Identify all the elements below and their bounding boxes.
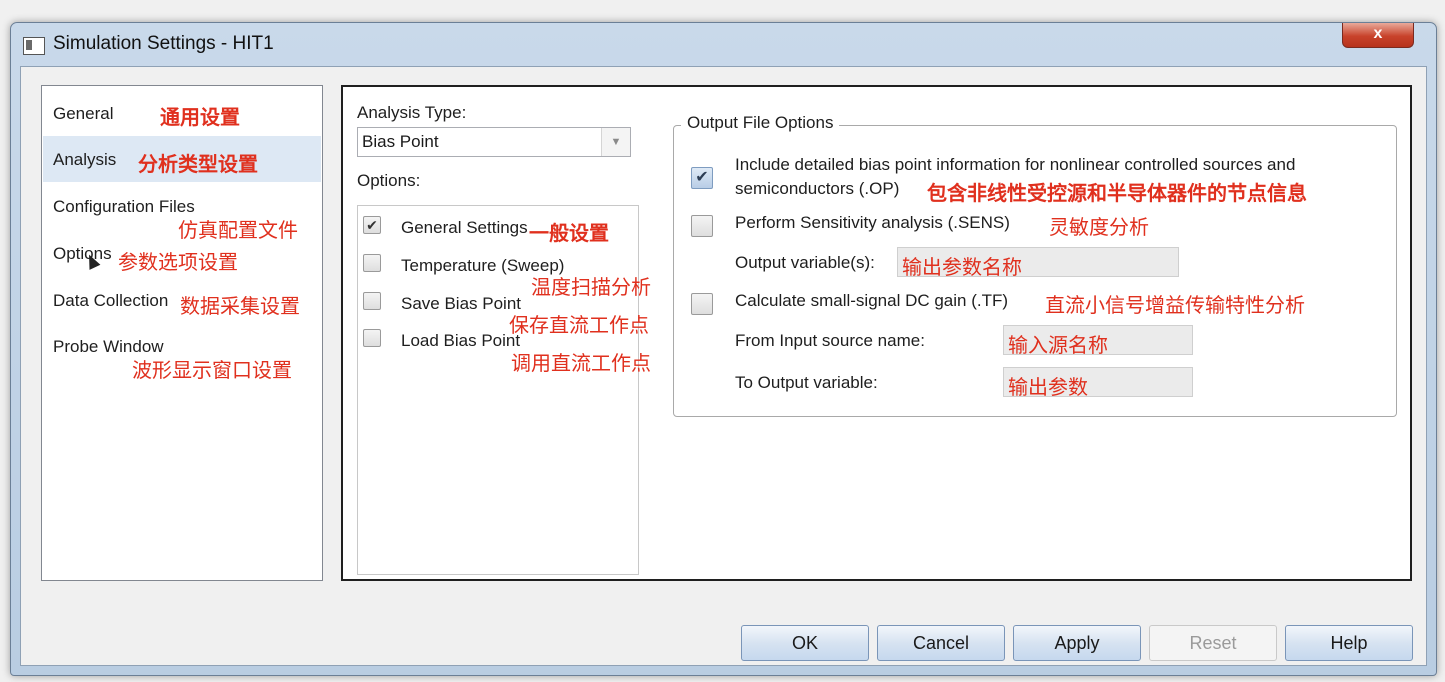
sens-label: Perform Sensitivity analysis (.SENS) bbox=[735, 213, 1010, 232]
load-bias-point-checkbox[interactable] bbox=[363, 329, 381, 347]
op-label-line2: semiconductors (.OP) bbox=[735, 179, 900, 198]
nav-item-label: Data Collection bbox=[53, 291, 169, 310]
cancel-button[interactable]: Cancel bbox=[877, 625, 1005, 661]
chevron-down-icon[interactable]: ▼ bbox=[601, 128, 630, 156]
options-list: ✔ General Settings Temperature (Sweep) S… bbox=[357, 205, 639, 575]
analysis-panel: Analysis Type: Bias Point ▼ Options: ✔ G… bbox=[341, 85, 1412, 581]
nav-item-label: Analysis bbox=[53, 150, 117, 169]
window-title: Simulation Settings - HIT1 bbox=[53, 33, 274, 54]
annotation-op: 包含非线性受控源和半导体器件的节点信息 bbox=[927, 183, 1307, 205]
analysis-type-label: Analysis Type: bbox=[357, 103, 467, 122]
output-variable-value: 输出参数名称 bbox=[902, 257, 1022, 279]
save-bias-point-checkbox[interactable] bbox=[363, 292, 381, 310]
title-bar[interactable]: Simulation Settings - HIT1 x bbox=[11, 23, 1436, 65]
general-settings-checkbox[interactable]: ✔ bbox=[363, 216, 381, 234]
help-button[interactable]: Help bbox=[1285, 625, 1413, 661]
output-variable-input[interactable]: 输出参数名称 bbox=[897, 247, 1179, 279]
options-label: Options: bbox=[357, 171, 421, 190]
close-icon: x bbox=[1373, 25, 1383, 42]
close-button[interactable]: x bbox=[1342, 23, 1414, 48]
op-label-line1: Include detailed bias point information … bbox=[735, 155, 1296, 174]
annotation-general-settings: 一般设置 bbox=[529, 223, 609, 245]
sens-checkbox[interactable] bbox=[691, 215, 713, 237]
window-icon bbox=[23, 37, 45, 55]
annotation-save-bias-point: 保存直流工作点 bbox=[509, 315, 649, 337]
option-load-bias-point[interactable]: Load Bias Point bbox=[401, 331, 520, 351]
to-output-variable-value: 输出参数 bbox=[1008, 377, 1088, 399]
to-output-variable-input[interactable]: 输出参数 bbox=[1003, 367, 1193, 399]
annotation-analysis: 分析类型设置 bbox=[138, 154, 258, 176]
tf-label: Calculate small-signal DC gain (.TF) bbox=[735, 291, 1009, 310]
nav-item-label: Configuration Files bbox=[53, 197, 195, 216]
annotation-tf: 直流小信号增益传输特性分析 bbox=[1045, 295, 1305, 317]
option-save-bias-point[interactable]: Save Bias Point bbox=[401, 294, 521, 314]
annotation-probe-window: 波形显示窗口设置 bbox=[132, 360, 292, 382]
temperature-sweep-checkbox[interactable] bbox=[363, 254, 381, 272]
annotation-temperature-sweep: 温度扫描分析 bbox=[531, 277, 651, 299]
apply-button[interactable]: Apply bbox=[1013, 625, 1141, 661]
from-input-label: From Input source name: bbox=[735, 331, 925, 350]
op-checkbox[interactable]: ✔ bbox=[691, 167, 713, 189]
simulation-settings-dialog: Simulation Settings - HIT1 x General Ana… bbox=[10, 22, 1437, 676]
output-variable-label: Output variable(s): bbox=[735, 253, 875, 272]
annotation-data-collection: 数据采集设置 bbox=[180, 296, 300, 318]
settings-nav: General Analysis Configuration Files Opt… bbox=[41, 85, 323, 581]
nav-item-label: General bbox=[53, 104, 114, 123]
annotation-sens: 灵敏度分析 bbox=[1049, 217, 1149, 239]
from-input-source-value: 输入源名称 bbox=[1008, 335, 1108, 357]
annotation-options: 参数选项设置 bbox=[118, 252, 238, 274]
ok-button[interactable]: OK bbox=[741, 625, 869, 661]
annotation-load-bias-point: 调用直流工作点 bbox=[511, 353, 651, 375]
option-general-settings[interactable]: General Settings bbox=[401, 218, 528, 238]
dialog-body: General Analysis Configuration Files Opt… bbox=[20, 66, 1427, 666]
tf-checkbox[interactable] bbox=[691, 293, 713, 315]
reset-button: Reset bbox=[1149, 625, 1277, 661]
annotation-general: 通用设置 bbox=[160, 107, 240, 129]
to-output-label: To Output variable: bbox=[735, 373, 878, 392]
nav-item-label: Options bbox=[53, 244, 112, 263]
analysis-type-value: Bias Point bbox=[362, 132, 439, 151]
annotation-configuration-files: 仿真配置文件 bbox=[178, 220, 298, 242]
from-input-source-input[interactable]: 输入源名称 bbox=[1003, 325, 1193, 357]
output-file-options-legend: Output File Options bbox=[681, 113, 840, 133]
analysis-type-select[interactable]: Bias Point ▼ bbox=[357, 127, 631, 157]
